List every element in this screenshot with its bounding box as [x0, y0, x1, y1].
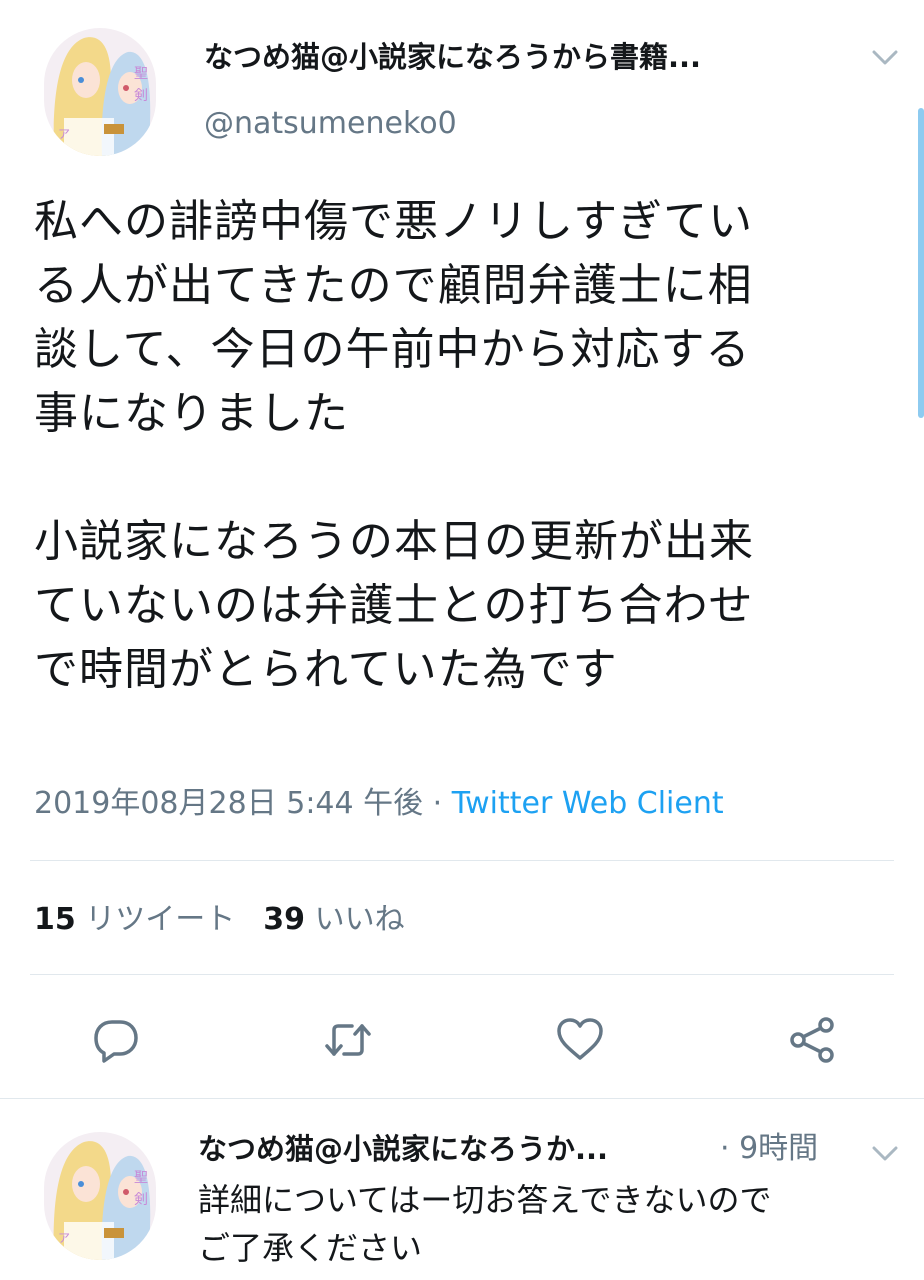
tweet-metadata: 2019年08月28日 5:44 午後 · Twitter Web Client — [34, 782, 724, 826]
tweet-text: 私への誹謗中傷で悪ノリしすぎてい る人が出てきたので顧問弁護士に相 談して、今日… — [34, 196, 754, 695]
display-name[interactable]: なつめ猫@小説家になろうから書籍... — [204, 36, 844, 78]
reply-button[interactable] — [84, 1008, 148, 1072]
avatar[interactable]: 聖 剣 ア — [44, 1132, 156, 1260]
divider — [30, 974, 894, 975]
svg-text:剣: 剣 — [134, 88, 148, 104]
share-icon — [790, 1017, 834, 1063]
share-button[interactable] — [780, 1008, 844, 1072]
engagement-stats: 15 リツイート 39 いいね — [34, 898, 405, 942]
retweet-stat[interactable]: 15 リツイート — [34, 902, 235, 937]
like-stat[interactable]: 39 いいね — [263, 902, 404, 937]
reply-text: 詳細についてはー切お答えできないので ご了承ください — [198, 1181, 772, 1267]
svg-text:聖: 聖 — [134, 1170, 148, 1186]
heart-icon — [557, 1018, 603, 1060]
separator: · — [423, 786, 452, 821]
retweet-count: 15 — [34, 902, 76, 937]
retweet-button[interactable] — [316, 1008, 380, 1072]
reply-timestamp[interactable]: · 9時間 — [720, 1128, 818, 1170]
svg-text:ア: ア — [58, 127, 70, 141]
retweet-label: リツイート — [85, 902, 236, 937]
like-count: 39 — [263, 902, 306, 937]
retweet-icon — [325, 1024, 371, 1056]
chevron-down-icon[interactable] — [868, 1140, 902, 1166]
scrollbar[interactable] — [918, 108, 924, 418]
like-button[interactable] — [548, 1008, 612, 1072]
chevron-down-icon[interactable] — [868, 44, 902, 70]
svg-text:剣: 剣 — [134, 1192, 148, 1208]
like-label: いいね — [314, 902, 405, 937]
reply-icon — [94, 1020, 138, 1063]
avatar[interactable]: 聖 剣 ア — [44, 28, 156, 156]
timestamp[interactable]: 2019年08月28日 5:44 午後 — [34, 786, 423, 821]
divider — [30, 860, 894, 861]
source-link[interactable]: Twitter Web Client — [452, 786, 724, 821]
user-handle[interactable]: @natsumeneko0 — [204, 104, 457, 144]
reply-display-name[interactable]: なつめ猫@小説家になろうか... — [198, 1128, 698, 1170]
svg-text:ア: ア — [58, 1231, 70, 1245]
svg-text:聖: 聖 — [134, 66, 148, 82]
divider — [0, 1098, 924, 1099]
